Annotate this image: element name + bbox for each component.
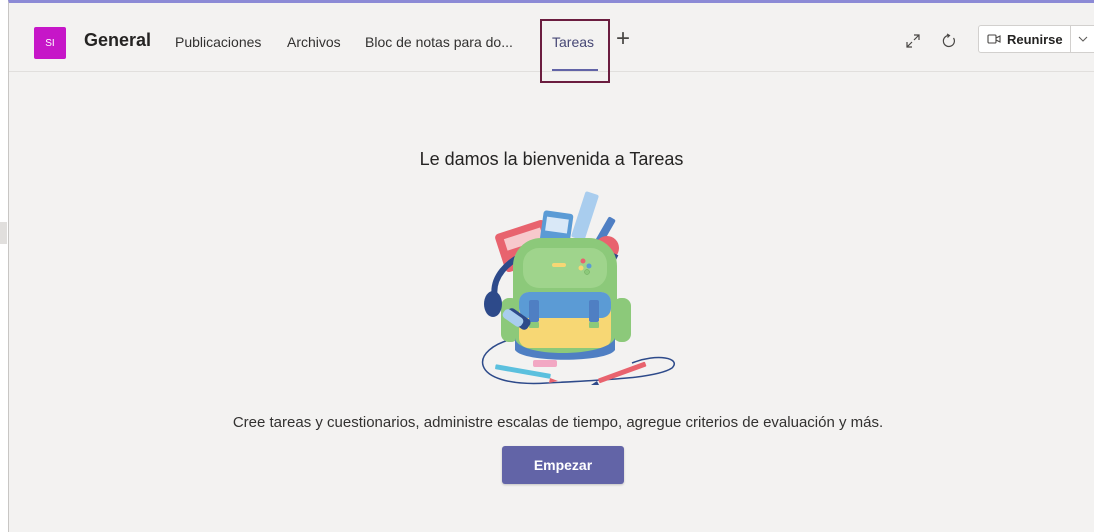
channel-title: General [84, 30, 152, 50]
start-button[interactable]: Empezar [502, 446, 624, 484]
tab-archivos[interactable]: Archivos [287, 34, 341, 50]
meet-label: Reunirse [1007, 31, 1063, 47]
welcome-title: Le damos la bienvenida a Tareas [419, 149, 684, 169]
tab-bloc-de-notas[interactable]: Bloc de notas para do... [365, 34, 513, 50]
tab-highlight-box [540, 19, 610, 83]
channel-header: SI General Publicaciones Archivos Bloc d… [9, 3, 1094, 83]
meet-button[interactable]: Reunirse [978, 25, 1071, 53]
app-frame: SI General Publicaciones Archivos Bloc d… [8, 0, 1094, 532]
backpack-illustration [457, 188, 687, 388]
description-text: Cree tareas y cuestionarios, administre … [232, 414, 884, 431]
team-avatar[interactable]: SI [34, 27, 66, 59]
expand-icon[interactable] [902, 30, 924, 52]
plus-icon[interactable]: + [616, 27, 630, 51]
tab-publicaciones[interactable]: Publicaciones [175, 34, 261, 50]
refresh-icon[interactable] [938, 30, 960, 52]
left-pane-handle[interactable] [0, 222, 7, 244]
video-camera-icon [987, 33, 1001, 45]
chevron-down-icon[interactable] [1071, 25, 1094, 53]
